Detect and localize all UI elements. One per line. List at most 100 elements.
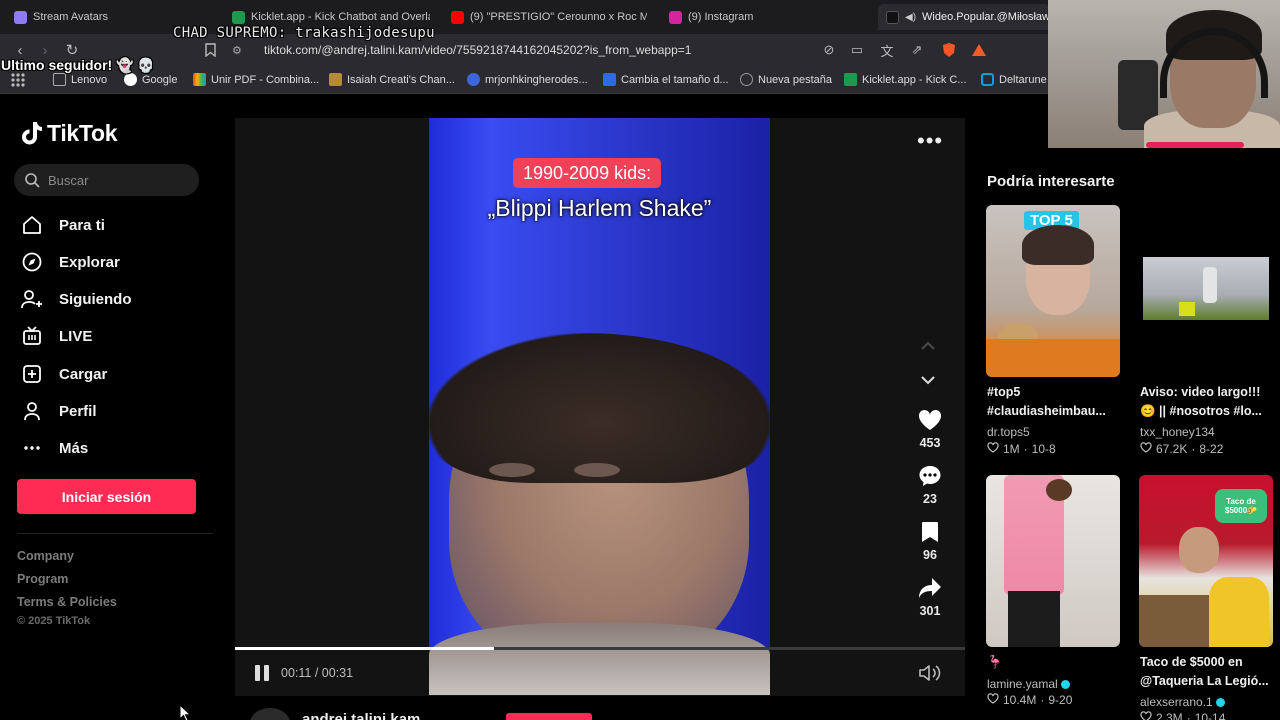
url-text: tiktok.com/@andrej.talini.kam/video/7559… xyxy=(264,43,692,57)
heart-outline-icon xyxy=(1140,442,1152,456)
login-button[interactable]: Iniciar sesión xyxy=(17,479,196,514)
save-count: 96 xyxy=(923,548,937,562)
comment-icon xyxy=(905,463,955,489)
author-avatar[interactable] xyxy=(250,708,290,720)
previous-video-icon[interactable] xyxy=(920,338,936,354)
more-icon xyxy=(21,437,43,459)
search-placeholder: Buscar xyxy=(48,172,89,188)
heart-outline-icon xyxy=(987,442,999,456)
compass-icon xyxy=(21,251,43,273)
sidebar-item-perfil[interactable]: Perfil xyxy=(21,399,97,423)
video-time: 00:11 / 00:31 xyxy=(281,666,354,680)
apps-grid-icon[interactable] xyxy=(11,73,25,87)
browser-tab[interactable]: (9) Instagram xyxy=(669,4,865,30)
divider xyxy=(17,533,213,534)
sidebar-item-cargar[interactable]: Cargar xyxy=(21,362,107,386)
browser-tab-active[interactable]: ◀) Wideo.Popular.@Miłosław xyxy=(878,4,1050,30)
card-title[interactable]: 😊 || #nosotros #lo... xyxy=(1140,402,1278,420)
cast-icon[interactable]: ▭ xyxy=(848,42,866,58)
sidebar-item-live[interactable]: LIVE xyxy=(21,324,92,348)
bookmark-item[interactable]: mrjonhkingherodes... xyxy=(467,73,588,86)
home-icon xyxy=(21,214,43,236)
like-button[interactable]: 453 xyxy=(905,407,955,450)
video-thumbnail[interactable]: TOP 5 xyxy=(986,205,1120,377)
video-overlay-caption: „Blippi Harlem Shake” xyxy=(487,195,712,221)
footer-link-company[interactable]: Company xyxy=(17,549,74,563)
verified-badge-icon xyxy=(1215,698,1225,708)
video-overlay-tag: 1990-2009 kids: xyxy=(513,158,662,188)
video-progress-bar[interactable] xyxy=(235,647,965,650)
video-thumbnail[interactable]: Taco de $5000🌮 xyxy=(1139,475,1273,647)
site-info-icon[interactable]: ⚙ xyxy=(232,44,248,57)
brave-rewards-icon[interactable] xyxy=(970,42,988,58)
card-username[interactable]: alexserrano.1 xyxy=(1140,695,1225,709)
card-username[interactable]: lamine.yamal xyxy=(987,677,1070,691)
pdf-tool-icon xyxy=(193,73,206,86)
card-title[interactable]: Taco de $5000 en xyxy=(1140,653,1278,671)
recommendations-title: Podría interesarte xyxy=(987,173,1115,190)
bookmark-item[interactable]: Unir PDF - Combina... xyxy=(193,73,319,86)
share-icon[interactable]: ⇗ xyxy=(908,42,926,58)
card-title[interactable]: @Taqueria La Legió... xyxy=(1140,672,1278,690)
bookmark-item[interactable]: Isaiah Creati's Chan... xyxy=(329,73,455,86)
card-stats: 10.4M · 9-20 xyxy=(987,693,1072,707)
bookmark-item[interactable]: Lenovo xyxy=(53,73,107,86)
bookmark-item[interactable]: Google xyxy=(124,73,177,86)
share-count: 301 xyxy=(919,604,941,618)
bookmark-item[interactable]: Kicklet.app - Kick C... xyxy=(844,73,967,86)
follow-button[interactable] xyxy=(506,713,592,720)
kicklet-favicon-icon xyxy=(232,10,245,24)
bookmark-favicon-icon xyxy=(467,73,480,86)
tiktok-logo[interactable]: TikTok xyxy=(21,120,118,147)
card-username[interactable]: txx_honey134 xyxy=(1140,425,1215,439)
brave-shield-icon[interactable] xyxy=(940,42,958,58)
youtube-favicon-icon xyxy=(451,10,464,24)
stream-overlay-last-follower: Ultimo seguidor! 👻 💀 xyxy=(1,57,155,73)
bookmark-item[interactable]: Deltarune xyxy=(981,73,1047,86)
card-title[interactable]: #top5 xyxy=(987,383,1125,401)
heart-outline-icon xyxy=(987,693,999,707)
card-username[interactable]: dr.tops5 xyxy=(987,425,1030,439)
folder-icon xyxy=(53,73,66,86)
bookmark-item[interactable]: Nueva pestaña xyxy=(740,73,832,86)
stream-overlay-top-donor: CHAD SUPREMO: trakashijodesupu xyxy=(173,25,435,41)
live-tv-icon xyxy=(21,325,43,347)
streamer-webcam xyxy=(1048,0,1280,148)
share-button[interactable]: 301 xyxy=(905,575,955,618)
bookmark-icon[interactable] xyxy=(200,40,220,60)
search-input[interactable]: Buscar xyxy=(14,164,199,196)
sidebar-item-explorar[interactable]: Explorar xyxy=(21,250,120,274)
globe-icon xyxy=(740,73,753,86)
next-video-icon[interactable] xyxy=(920,372,936,388)
comment-button[interactable]: 23 xyxy=(905,463,955,506)
video-thumbnail[interactable] xyxy=(986,475,1120,647)
tab-title: (9) Instagram xyxy=(688,11,754,23)
video-thumbnail[interactable] xyxy=(1139,205,1273,377)
volume-icon[interactable] xyxy=(919,664,941,687)
heart-icon xyxy=(905,407,955,433)
card-title[interactable]: 🦩 xyxy=(987,653,1125,671)
instagram-favicon-icon xyxy=(669,10,682,24)
search-icon xyxy=(25,173,40,188)
bookmark-item[interactable]: Cambia el tamaño d... xyxy=(603,73,729,86)
card-title[interactable]: #claudiasheimbau... xyxy=(987,402,1125,420)
card-title[interactable]: Aviso: video largo!!! xyxy=(1140,383,1278,401)
video-progress-fill xyxy=(235,647,495,650)
sidebar-item-mas[interactable]: Más xyxy=(21,436,88,460)
footer-link-program[interactable]: Program xyxy=(17,572,68,586)
author-name[interactable]: andrej.talini.kam xyxy=(302,711,420,720)
footer-link-terms[interactable]: Terms & Policies xyxy=(17,595,117,609)
sidebar-item-siguiendo[interactable]: Siguiendo xyxy=(21,287,132,311)
more-options-icon[interactable]: ••• xyxy=(917,128,943,154)
user-follow-icon xyxy=(21,288,43,310)
upload-icon xyxy=(21,363,43,385)
pause-icon[interactable] xyxy=(255,665,271,681)
verified-badge-icon xyxy=(1060,680,1070,690)
like-count: 453 xyxy=(919,436,941,450)
save-button[interactable]: 96 xyxy=(905,519,955,562)
browser-tab[interactable]: (9) "PRESTIGIO" Cerounno x Roc Ma xyxy=(451,4,647,30)
heart-outline-icon xyxy=(1140,711,1152,720)
sidebar-item-para-ti[interactable]: Para ti xyxy=(21,213,105,237)
no-tracking-icon[interactable]: ⊘ xyxy=(820,42,838,58)
translate-icon[interactable]: 文 xyxy=(878,42,896,59)
